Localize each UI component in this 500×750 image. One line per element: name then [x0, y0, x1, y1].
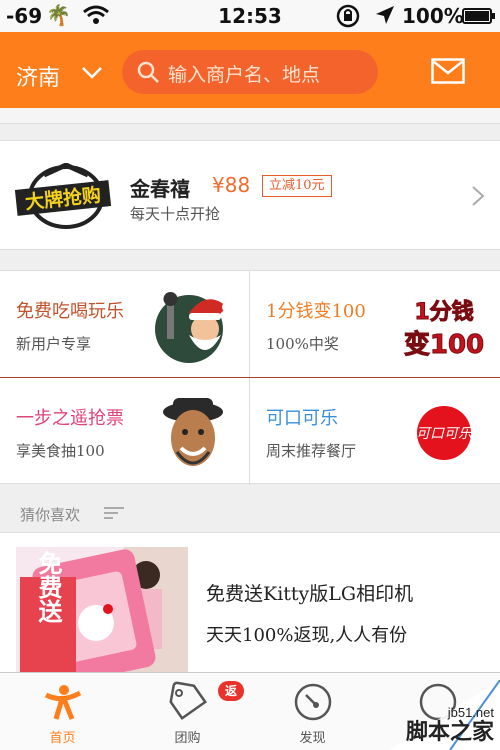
- rotation-lock-icon: [336, 4, 360, 28]
- brand-subtitle: 每天十点开抢: [130, 205, 221, 223]
- search-icon: [137, 61, 159, 83]
- search-placeholder: 输入商户名、地点: [168, 64, 321, 86]
- top-strip: [0, 108, 500, 124]
- grid-item-coca-cola[interactable]: 可口可乐 周末推荐餐厅 可口可乐: [250, 378, 499, 484]
- watermark-name: 脚本之家: [405, 719, 494, 745]
- brand-title: 金春禧: [130, 177, 190, 201]
- status-bar: -69 🌴 12:53 100%: [0, 0, 500, 32]
- cola-logo-text: 可口可乐: [416, 426, 473, 442]
- grid-item-title: 可口可乐: [266, 408, 338, 429]
- tab-discover[interactable]: 发现: [250, 673, 375, 750]
- promo-grid: 免费吃喝玩乐 新用户专享 1分钱变100 100%中奖 1分钱 变100 一步之…: [0, 270, 500, 485]
- grid-item-subtitle: 享美食抽100: [16, 442, 105, 460]
- one-cent-badge: 1分钱 变100: [403, 291, 485, 361]
- tag-icon: [169, 681, 208, 720]
- actor-portrait-icon: [163, 398, 223, 466]
- battery-percent: 100%: [402, 4, 464, 28]
- coca-cola-logo: 可口可乐: [416, 406, 473, 460]
- cashback-badge: 返: [218, 681, 244, 701]
- brand-flash-sale-logo: 大牌抢购: [14, 163, 112, 229]
- site-watermark: jb51.net 脚本之家: [390, 679, 500, 750]
- location-arrow-icon: [376, 6, 394, 24]
- grid-item-free-eats[interactable]: 免费吃喝玩乐 新用户专享: [0, 271, 249, 377]
- tab-label: 首页: [49, 731, 76, 746]
- mail-icon[interactable]: [431, 58, 465, 84]
- chevron-right-icon[interactable]: [470, 185, 486, 207]
- home-person-icon: [44, 685, 82, 720]
- grid-item-title: 一步之遥抢票: [16, 408, 124, 429]
- city-selector[interactable]: 济南: [16, 60, 60, 92]
- grid-item-title: 1分钱变100: [266, 301, 366, 322]
- compass-icon: [294, 683, 332, 721]
- badge-text-top: 1分钱: [414, 299, 473, 325]
- search-input[interactable]: 输入商户名、地点: [122, 50, 378, 94]
- promo-title: 免费送Kitty版LG相印机: [206, 583, 414, 605]
- santa-icon: [155, 292, 232, 363]
- tab-home[interactable]: 首页: [0, 673, 125, 750]
- chevron-down-icon[interactable]: [80, 62, 104, 82]
- sort-lines-icon[interactable]: [104, 506, 124, 520]
- tab-label: 发现: [299, 731, 326, 746]
- brand-price: ¥88: [212, 173, 251, 197]
- app-header: 济南 输入商户名、地点: [0, 32, 500, 108]
- badge-text-bottom: 变100: [404, 329, 484, 360]
- grid-item-subtitle: 100%中奖: [266, 335, 339, 353]
- grid-item-ticket[interactable]: 一步之遥抢票 享美食抽100: [0, 378, 249, 484]
- tab-label: 团购: [174, 731, 201, 746]
- grid-item-subtitle: 周末推荐餐厅: [266, 442, 357, 460]
- promo-image-text: 免费送: [34, 550, 62, 624]
- section-title: 猜你喜欢: [20, 506, 81, 524]
- brand-deal-card[interactable]: 大牌抢购 金春禧 ¥88 立减10元 每天十点开抢: [0, 140, 500, 250]
- recommendation-item[interactable]: 免费送 免费送Kitty版LG相印机 天天100%返现,人人有份: [0, 532, 500, 673]
- grid-item-one-cent[interactable]: 1分钱变100 100%中奖 1分钱 变100: [250, 271, 499, 377]
- promo-subtitle: 天天100%返现,人人有份: [206, 625, 408, 646]
- promo-image: 免费送: [16, 547, 188, 673]
- battery-icon: [462, 8, 495, 24]
- discount-tag: 立减10元: [262, 175, 332, 197]
- grid-item-title: 免费吃喝玩乐: [16, 301, 124, 322]
- section-header: 猜你喜欢: [0, 496, 500, 530]
- grid-item-subtitle: 新用户专享: [16, 335, 92, 353]
